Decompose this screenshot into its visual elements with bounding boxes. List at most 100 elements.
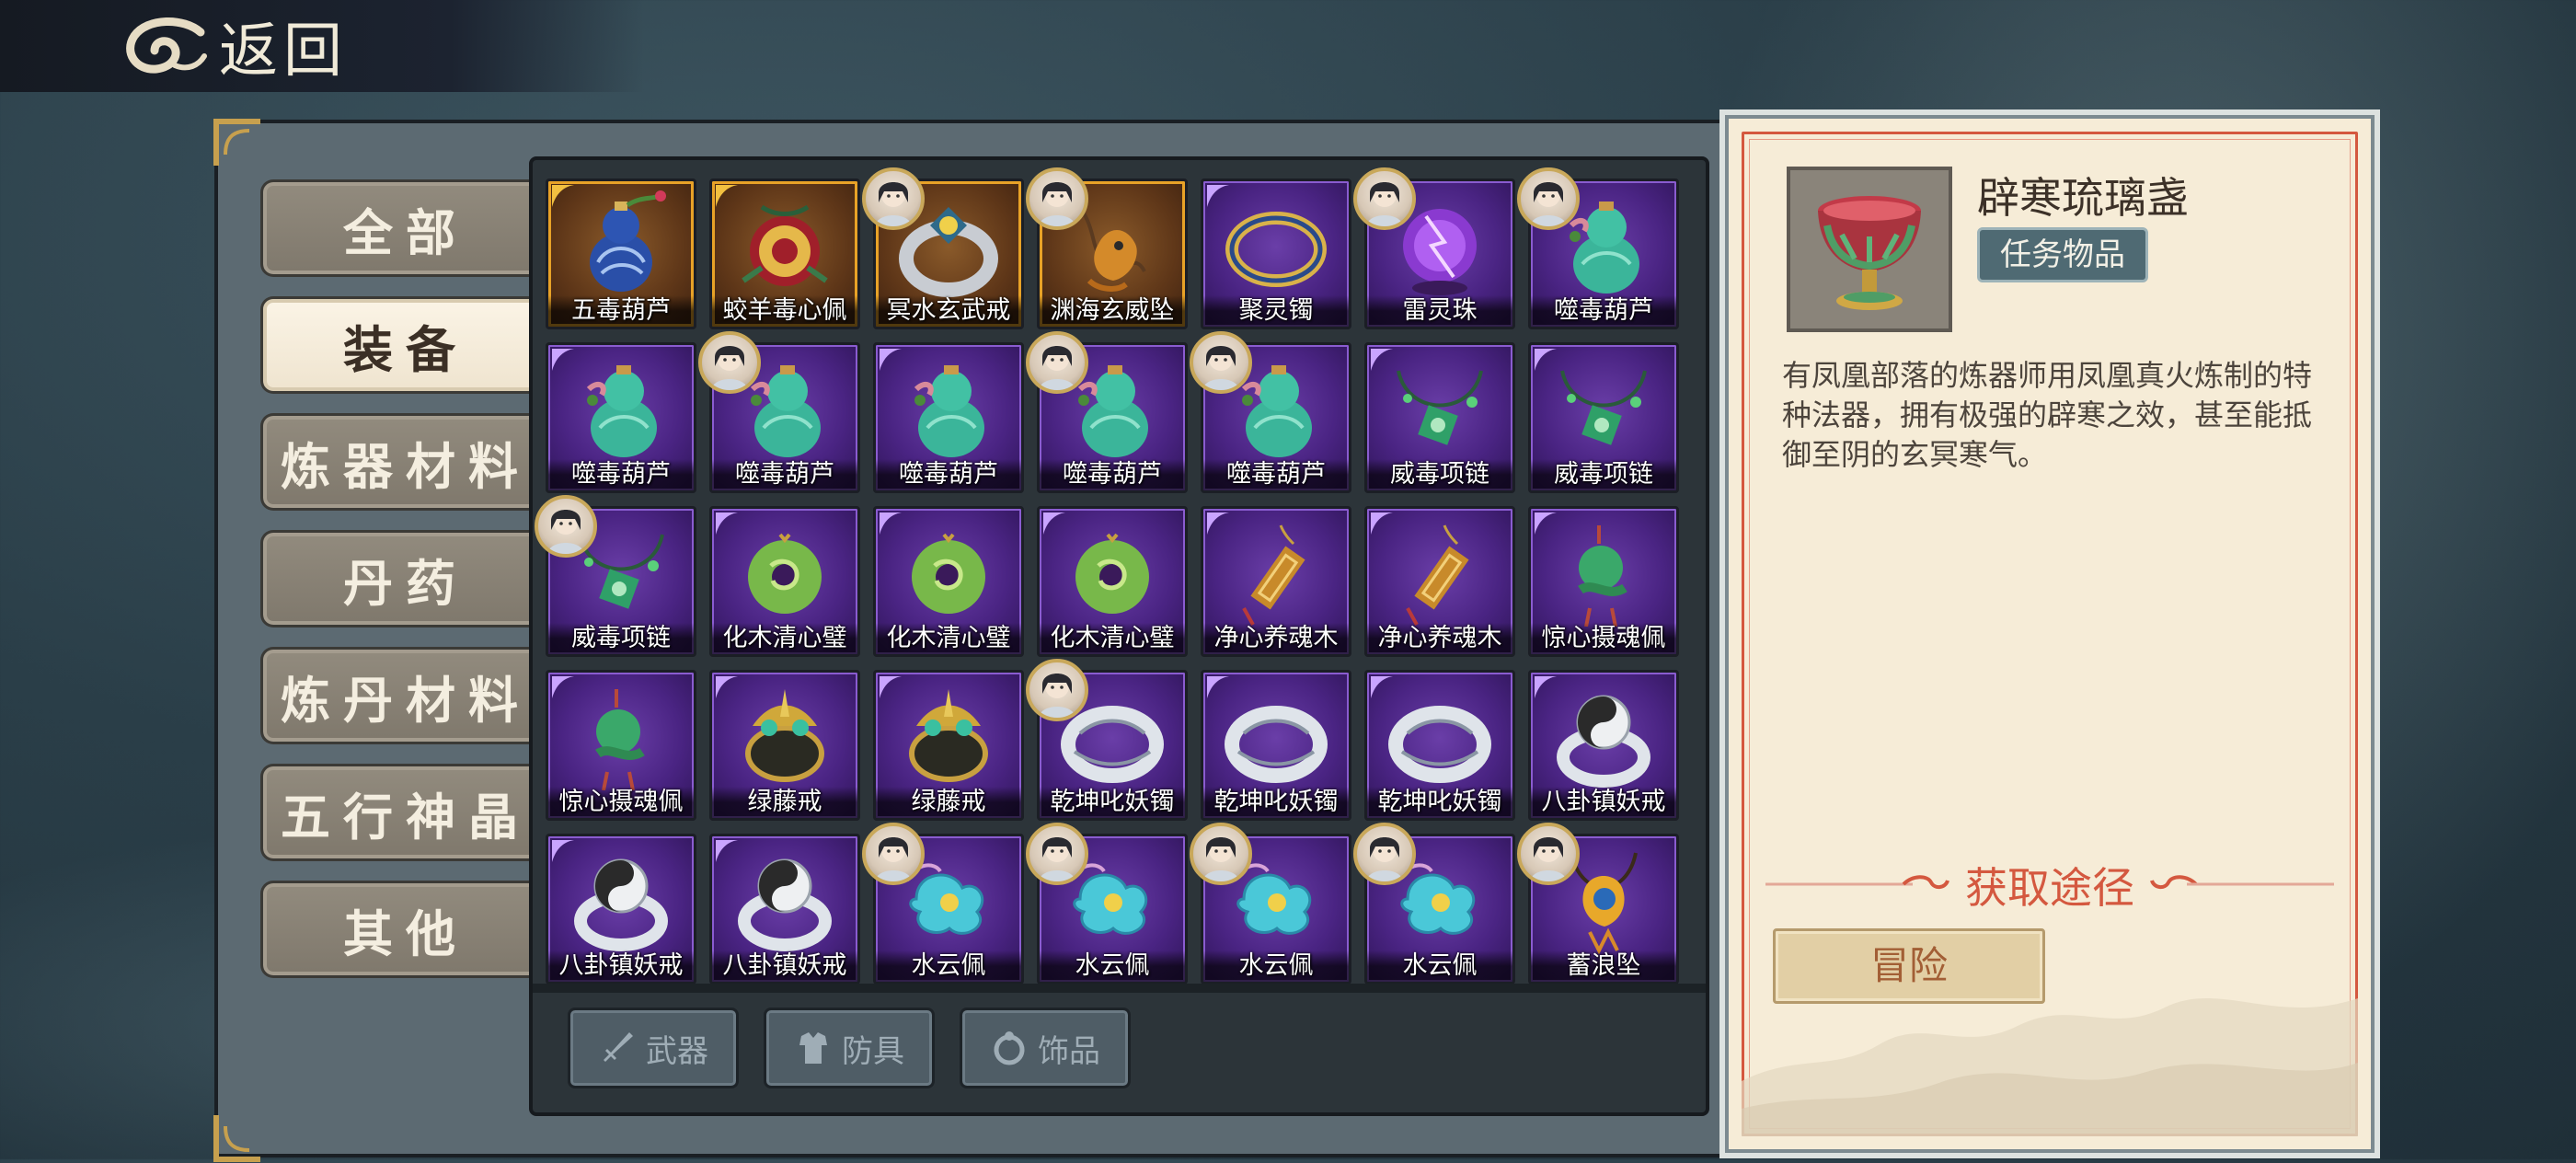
equipped-character-avatar xyxy=(1353,167,1416,230)
armor-icon xyxy=(799,1032,827,1064)
item-name: 惊心摄魂佩 xyxy=(1531,623,1676,654)
vine-ring-icon xyxy=(745,689,824,782)
item-slot[interactable]: 八卦镇妖戒 xyxy=(546,834,696,985)
item-slot[interactable]: 化木清心璧 xyxy=(1037,506,1188,657)
item-slot[interactable]: 绿藤戒 xyxy=(873,670,1024,821)
item-name: 水云佩 xyxy=(1040,950,1185,982)
back-swirl-icon xyxy=(126,17,207,74)
item-name: 乾坤叱妖镯 xyxy=(1203,787,1349,818)
item-slot[interactable]: 化木清心璧 xyxy=(873,506,1024,657)
item-name: 化木清心璧 xyxy=(1040,623,1185,654)
category-tab-4[interactable]: 炼丹材料 xyxy=(260,647,548,744)
category-tab-1[interactable]: 装备 xyxy=(260,296,548,394)
item-slot[interactable]: 聚灵镯 xyxy=(1201,178,1351,329)
necklace-green-icon xyxy=(1397,370,1483,445)
corner-ornament-icon xyxy=(213,119,260,166)
filter-armor-button[interactable]: 防具 xyxy=(764,1008,935,1088)
category-tab-0[interactable]: 全部 xyxy=(260,179,548,277)
item-name: 噬毒葫芦 xyxy=(876,459,1021,490)
item-slot[interactable]: 威毒项链 xyxy=(1528,342,1679,493)
item-slot[interactable]: 净心养魂木 xyxy=(1364,506,1515,657)
item-slot[interactable]: 威毒项链 xyxy=(1364,342,1515,493)
item-name: 水云佩 xyxy=(876,950,1021,982)
jade-disc-icon xyxy=(1075,533,1149,614)
jade-pendant-icon xyxy=(595,689,645,790)
back-button[interactable]: 返回 xyxy=(120,9,348,86)
gourd-green-icon xyxy=(914,365,984,457)
ring-icon xyxy=(994,1031,1025,1065)
category-tab-6[interactable]: 其他 xyxy=(260,881,548,978)
equipped-character-avatar xyxy=(1190,331,1252,394)
filter-accessory-label: 饰品 xyxy=(1038,1032,1100,1070)
item-slot[interactable]: 惊心摄魂佩 xyxy=(546,670,696,821)
item-slot[interactable]: 噬毒葫芦 xyxy=(546,342,696,493)
filter-weapon-label: 武器 xyxy=(646,1032,708,1070)
item-slot[interactable]: 五毒葫芦 xyxy=(546,178,696,329)
item-slot[interactable]: 八卦镇妖戒 xyxy=(1528,670,1679,821)
item-name: 五毒葫芦 xyxy=(548,295,694,327)
item-name: 乾坤叱妖镯 xyxy=(1367,787,1512,818)
category-tab-label: 全部 xyxy=(343,202,468,262)
category-tab-2[interactable]: 炼器材料 xyxy=(260,413,548,511)
item-slot[interactable]: 化木清心璧 xyxy=(709,506,860,657)
item-name: 聚灵镯 xyxy=(1203,295,1349,327)
item-name: 蛟羊毒心佩 xyxy=(712,295,857,327)
item-name: 噬毒葫芦 xyxy=(1040,459,1185,490)
item-name: 噬毒葫芦 xyxy=(1531,295,1676,327)
category-tab-5[interactable]: 五行神晶 xyxy=(260,764,548,861)
item-name: 水云佩 xyxy=(1367,950,1512,982)
item-slot[interactable]: 绿藤戒 xyxy=(709,670,860,821)
category-tab-3[interactable]: 丹药 xyxy=(260,530,548,628)
item-slot[interactable]: 蛟羊毒心佩 xyxy=(709,178,860,329)
item-name: 威毒项链 xyxy=(1531,459,1676,490)
category-tab-label: 炼器材料 xyxy=(281,436,531,496)
item-slot[interactable]: 乾坤叱妖镯 xyxy=(1201,670,1351,821)
cloud-divider-right-icon xyxy=(2150,875,2334,889)
grid-divider xyxy=(533,984,1706,993)
bracelet-gold-icon xyxy=(1225,212,1327,287)
filter-weapon-button[interactable]: 武器 xyxy=(568,1008,739,1088)
bagua-ring-icon xyxy=(574,858,668,951)
item-slot[interactable]: 八卦镇妖戒 xyxy=(709,834,860,985)
equipped-character-avatar xyxy=(698,331,761,394)
goblet-icon xyxy=(1818,196,1921,310)
bagua-ring-icon xyxy=(738,858,832,951)
item-slot[interactable]: 乾坤叱妖镯 xyxy=(1364,670,1515,821)
item-name: 八卦镇妖戒 xyxy=(548,950,694,982)
item-slot[interactable]: 噬毒葫芦 xyxy=(873,342,1024,493)
wood-token-icon xyxy=(1242,524,1305,626)
item-name: 净心养魂木 xyxy=(1367,623,1512,654)
pendant-red-icon xyxy=(742,204,828,286)
item-name: 绿藤戒 xyxy=(876,787,1021,818)
equipped-character-avatar xyxy=(1026,659,1088,721)
item-slot[interactable]: 净心养魂木 xyxy=(1201,506,1351,657)
equipped-character-avatar xyxy=(1026,823,1088,885)
back-label: 返回 xyxy=(219,17,348,86)
filter-accessory-button[interactable]: 饰品 xyxy=(960,1008,1131,1088)
equipped-character-avatar xyxy=(1517,167,1580,230)
item-name: 绿藤戒 xyxy=(712,787,857,818)
vine-ring-icon xyxy=(909,689,988,782)
equipped-character-avatar xyxy=(1517,823,1580,885)
item-name: 噬毒葫芦 xyxy=(712,459,857,490)
item-name: 化木清心璧 xyxy=(712,623,857,654)
item-slot[interactable]: 惊心摄魂佩 xyxy=(1528,506,1679,657)
equipped-character-avatar xyxy=(862,823,925,885)
sword-icon xyxy=(604,1032,633,1062)
equipped-character-avatar xyxy=(1026,167,1088,230)
silver-bracelet-icon xyxy=(1388,706,1491,783)
item-name: 威毒项链 xyxy=(1367,459,1512,490)
category-tab-label: 炼丹材料 xyxy=(281,670,531,730)
gourd-blue-icon xyxy=(590,190,666,292)
necklace-green-icon xyxy=(1560,370,1647,445)
item-name: 八卦镇妖戒 xyxy=(1531,787,1676,818)
corner-ornament-icon xyxy=(213,1115,260,1162)
item-name: 雷灵珠 xyxy=(1367,295,1512,327)
item-detail-panel: 辟寒琉璃盏 任务物品 有凤凰部落的炼器师用凤凰真火炼制的特种法器，拥有极强的辟寒… xyxy=(1725,115,2375,1153)
category-tab-label: 装备 xyxy=(343,319,468,379)
item-name: 惊心摄魂佩 xyxy=(548,787,694,818)
item-grid-panel: 五毒葫芦 蛟羊毒心佩 冥水玄武戒 渊海玄威坠 聚灵镯 雷灵珠 噬毒葫芦 噬毒葫芦 噬毒葫芦 噬毒葫… xyxy=(529,156,1709,1116)
wood-token-icon xyxy=(1406,524,1469,626)
category-tab-label: 丹药 xyxy=(343,553,468,613)
item-grid[interactable]: 五毒葫芦 蛟羊毒心佩 冥水玄武戒 渊海玄威坠 聚灵镯 雷灵珠 噬毒葫芦 噬毒葫芦 噬毒葫芦 噬毒葫… xyxy=(533,160,1706,988)
